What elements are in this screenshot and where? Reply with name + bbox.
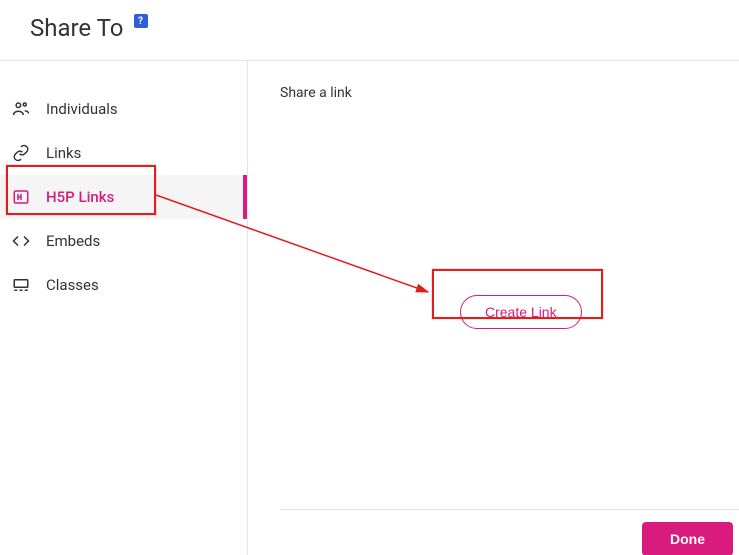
panel-area: Create Link — [280, 109, 739, 510]
people-icon — [10, 100, 32, 118]
done-button[interactable]: Done — [642, 522, 733, 555]
link-icon — [10, 144, 32, 162]
sidebar-item-label: H5P Links — [46, 188, 114, 206]
code-icon — [10, 232, 32, 250]
sidebar-item-classes[interactable]: Classes — [0, 263, 247, 307]
modal-title: Share To — [30, 14, 124, 42]
sidebar-item-label: Individuals — [46, 100, 118, 118]
sidebar-item-h5p-links[interactable]: H5P Links — [0, 175, 247, 219]
sidebar-item-individuals[interactable]: Individuals — [0, 87, 247, 131]
create-link-button[interactable]: Create Link — [460, 295, 582, 329]
panel-title: Share a link — [248, 85, 739, 109]
modal-header: Share To ? — [0, 0, 739, 61]
modal-footer: Done — [248, 510, 739, 555]
share-sidebar: Individuals Links H5P Links — [0, 61, 247, 555]
modal-body: Individuals Links H5P Links — [0, 61, 739, 555]
sidebar-item-label: Embeds — [46, 232, 100, 250]
main-panel: Share a link Create Link Done — [247, 61, 739, 555]
sidebar-item-links[interactable]: Links — [0, 131, 247, 175]
classes-icon — [10, 276, 32, 294]
sidebar-item-label: Links — [46, 144, 81, 162]
help-icon[interactable]: ? — [134, 14, 148, 28]
h5p-icon — [10, 188, 32, 206]
sidebar-item-embeds[interactable]: Embeds — [0, 219, 247, 263]
sidebar-item-label: Classes — [46, 276, 99, 294]
